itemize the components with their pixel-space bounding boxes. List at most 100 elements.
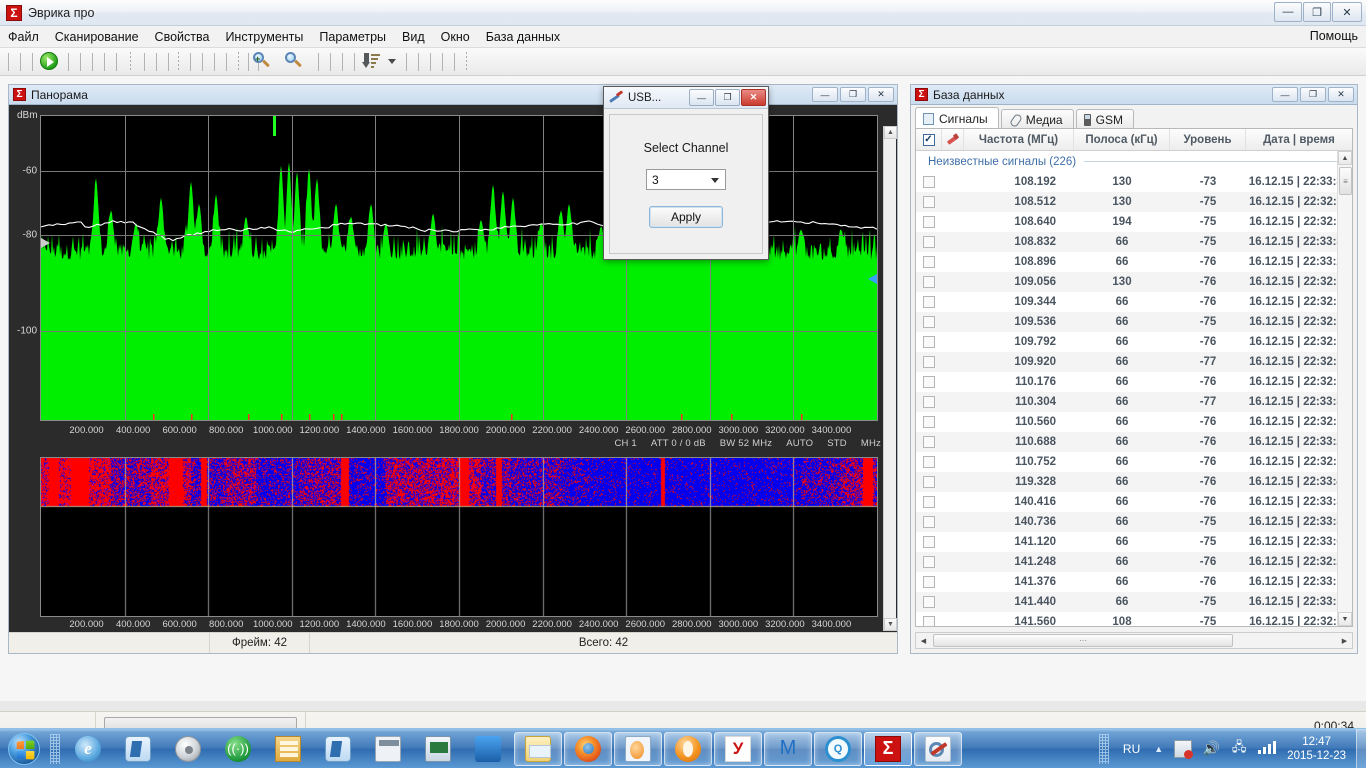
select-all-header[interactable]: ✓ bbox=[916, 129, 942, 150]
row-checkbox-cell[interactable] bbox=[916, 452, 942, 472]
taskbar-item-internet-explorer[interactable]: e bbox=[64, 732, 112, 766]
row-checkbox-cell[interactable] bbox=[916, 532, 942, 552]
table-row[interactable]: 141.120 66 -75 16.12.15 | 22:33:05 bbox=[916, 532, 1352, 552]
row-checkbox-cell[interactable] bbox=[916, 252, 942, 272]
row-checkbox-cell[interactable] bbox=[916, 592, 942, 612]
table-row[interactable]: 110.688 66 -76 16.12.15 | 22:33:27 bbox=[916, 432, 1352, 452]
tab-gsm[interactable]: GSM bbox=[1075, 109, 1134, 129]
table-row[interactable]: 108.640 194 -75 16.12.15 | 22:32:11 bbox=[916, 212, 1352, 232]
table-vertical-scrollbar[interactable]: ▲ ≡ ▼ bbox=[1337, 151, 1352, 626]
taskbar-item-calculator[interactable] bbox=[364, 732, 412, 766]
scroll-up-arrow-icon[interactable]: ▲ bbox=[884, 126, 897, 139]
column-header-datetime[interactable]: Дата | время bbox=[1246, 129, 1352, 150]
table-row[interactable]: 110.752 66 -76 16.12.15 | 22:32:11 bbox=[916, 452, 1352, 472]
taskbar-item-archiver[interactable] bbox=[264, 732, 312, 766]
menu-item-parameters[interactable]: Параметры bbox=[311, 28, 394, 46]
row-flag-cell[interactable] bbox=[942, 532, 964, 552]
dropdown-caret-icon[interactable] bbox=[388, 59, 396, 64]
row-flag-cell[interactable] bbox=[942, 412, 964, 432]
row-checkbox-cell[interactable] bbox=[916, 512, 942, 532]
menu-item-scanning[interactable]: Сканирование bbox=[47, 28, 147, 46]
waterfall-view[interactable]: 200.000 400.000 600.000 800.000 1000.000 1200… bbox=[11, 455, 895, 645]
row-checkbox-cell[interactable] bbox=[916, 372, 942, 392]
flag-column-header[interactable] bbox=[942, 129, 964, 150]
export-sort-icon[interactable] bbox=[362, 52, 382, 72]
panorama-close-button[interactable]: ✕ bbox=[868, 87, 894, 102]
menu-item-window[interactable]: Окно bbox=[433, 28, 478, 46]
row-checkbox-cell[interactable] bbox=[916, 472, 942, 492]
menu-item-tools[interactable]: Инструменты bbox=[217, 28, 311, 46]
row-flag-cell[interactable] bbox=[942, 432, 964, 452]
scroll-left-arrow-icon[interactable]: ◀ bbox=[916, 633, 931, 648]
checkbox-icon[interactable] bbox=[923, 436, 935, 448]
row-checkbox-cell[interactable] bbox=[916, 492, 942, 512]
database-close-button[interactable]: ✕ bbox=[1328, 87, 1354, 102]
checkbox-icon[interactable] bbox=[923, 356, 935, 368]
database-maximize-button[interactable]: ❐ bbox=[1300, 87, 1326, 102]
taskbar-item-blue-tool[interactable] bbox=[314, 732, 362, 766]
table-row[interactable]: 108.832 66 -75 16.12.15 | 22:33:31 bbox=[916, 232, 1352, 252]
checkbox-icon[interactable] bbox=[923, 176, 935, 188]
tray-grip[interactable] bbox=[1098, 733, 1109, 764]
checkbox-icon[interactable] bbox=[923, 536, 935, 548]
channel-select[interactable]: 3 bbox=[646, 169, 726, 190]
checkbox-icon[interactable] bbox=[923, 336, 935, 348]
table-row[interactable]: 119.328 66 -76 16.12.15 | 22:33:49 bbox=[916, 472, 1352, 492]
minimize-button[interactable]: — bbox=[1274, 2, 1302, 22]
tab-media[interactable]: Медиа bbox=[1000, 109, 1074, 129]
row-flag-cell[interactable] bbox=[942, 232, 964, 252]
chevron-down-icon[interactable] bbox=[711, 178, 719, 183]
taskbar-item-blue-square-app[interactable] bbox=[464, 732, 512, 766]
volume-icon[interactable]: 🔊 bbox=[1202, 740, 1220, 758]
column-header-bandwidth[interactable]: Полоса (кГц) bbox=[1074, 129, 1170, 150]
scroll-right-arrow-icon[interactable]: ▶ bbox=[1337, 633, 1352, 648]
waterfall-plot[interactable] bbox=[40, 457, 878, 617]
table-row[interactable]: 109.344 66 -76 16.12.15 | 22:32:11 bbox=[916, 292, 1352, 312]
checkbox-icon[interactable] bbox=[923, 496, 935, 508]
hscrollbar-thumb[interactable]: ⋯ bbox=[933, 634, 1233, 647]
panorama-minimize-button[interactable]: — bbox=[812, 87, 838, 102]
table-row[interactable]: 109.056 130 -76 16.12.15 | 22:32:11 bbox=[916, 272, 1352, 292]
clock[interactable]: 12:47 2015-12-23 bbox=[1287, 735, 1346, 763]
panorama-maximize-button[interactable]: ❐ bbox=[840, 87, 866, 102]
table-row[interactable]: 109.920 66 -77 16.12.15 | 22:32:11 bbox=[916, 352, 1352, 372]
row-checkbox-cell[interactable] bbox=[916, 272, 942, 292]
checkbox-icon[interactable] bbox=[923, 316, 935, 328]
row-checkbox-cell[interactable] bbox=[916, 312, 942, 332]
row-flag-cell[interactable] bbox=[942, 192, 964, 212]
taskbar-item-quicktime[interactable]: Q bbox=[814, 731, 862, 766]
menu-item-properties[interactable]: Свойства bbox=[147, 28, 218, 46]
row-flag-cell[interactable] bbox=[942, 312, 964, 332]
menu-item-view[interactable]: Вид bbox=[394, 28, 433, 46]
row-flag-cell[interactable] bbox=[942, 612, 964, 626]
show-hidden-icons-icon[interactable]: ▲ bbox=[1154, 744, 1163, 754]
row-flag-cell[interactable] bbox=[942, 172, 964, 192]
language-indicator[interactable]: RU bbox=[1123, 742, 1140, 756]
checkbox-icon[interactable] bbox=[923, 616, 935, 626]
flag-action-center-icon[interactable] bbox=[1174, 739, 1194, 759]
row-flag-cell[interactable] bbox=[942, 552, 964, 572]
taskbar-item-usb-tool[interactable] bbox=[914, 731, 962, 766]
table-row[interactable]: 141.560 108 -75 16.12.15 | 22:32:11 bbox=[916, 612, 1352, 626]
table-row[interactable]: 141.376 66 -76 16.12.15 | 22:33:13 bbox=[916, 572, 1352, 592]
row-flag-cell[interactable] bbox=[942, 212, 964, 232]
taskbar-item-wireless-scanner[interactable]: ((·)) bbox=[214, 732, 262, 766]
menu-item-database[interactable]: База данных bbox=[478, 28, 568, 46]
table-row[interactable]: 110.560 66 -76 16.12.15 | 22:32:11 bbox=[916, 412, 1352, 432]
table-row[interactable]: 110.304 66 -77 16.12.15 | 22:33:31 bbox=[916, 392, 1352, 412]
row-flag-cell[interactable] bbox=[942, 272, 964, 292]
row-flag-cell[interactable] bbox=[942, 452, 964, 472]
checkbox-icon[interactable] bbox=[923, 396, 935, 408]
row-checkbox-cell[interactable] bbox=[916, 352, 942, 372]
table-row[interactable]: 109.536 66 -75 16.12.15 | 22:32:11 bbox=[916, 312, 1352, 332]
column-header-frequency[interactable]: Частота (МГц) bbox=[964, 129, 1074, 150]
table-row[interactable]: 108.896 66 -76 16.12.15 | 22:33:27 bbox=[916, 252, 1352, 272]
quicklaunch-grip[interactable] bbox=[50, 733, 60, 764]
row-checkbox-cell[interactable] bbox=[916, 172, 942, 192]
row-flag-cell[interactable] bbox=[942, 332, 964, 352]
menu-item-file[interactable]: Файл bbox=[0, 28, 47, 46]
checkbox-icon[interactable] bbox=[923, 456, 935, 468]
start-orb-icon[interactable] bbox=[2, 731, 46, 767]
table-row[interactable]: 110.176 66 -76 16.12.15 | 22:32:11 bbox=[916, 372, 1352, 392]
row-flag-cell[interactable] bbox=[942, 252, 964, 272]
